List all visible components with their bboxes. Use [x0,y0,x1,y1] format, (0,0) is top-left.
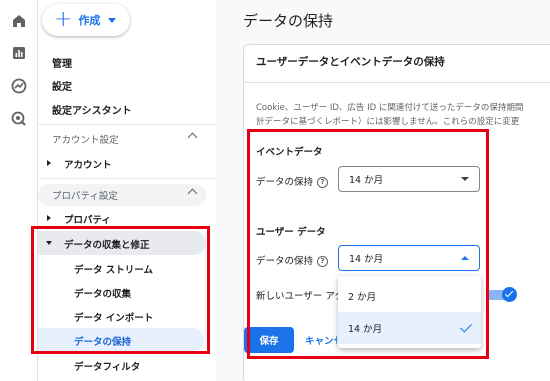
description-line-1: Cookie、ユーザー ID、広告 ID に関連付けて送ったデータの保持期間 [256,103,524,113]
highlight-box-sidebar [31,226,210,354]
home-icon[interactable] [10,12,28,30]
sidebar-item-admin[interactable]: 管理 [52,55,72,70]
card-title: ユーザーデータとイベントデータの保持 [256,56,445,68]
expand-icon [47,160,51,166]
sidebar-item-label: プロパティ [64,215,111,226]
expand-icon [47,215,51,221]
create-button[interactable]: + 作成 [42,4,130,36]
sidebar-section-account[interactable]: アカウント設定 [38,128,206,150]
section-label: アカウント設定 [52,135,119,146]
create-button-label: 作成 [78,14,101,27]
sidebar-item-setup-assistant[interactable]: 設定アシスタント [52,102,132,117]
reports-icon[interactable] [10,44,28,62]
description-line-2: 計データに基づくレポート）には影響しません。これらの設定に変更 [256,117,520,127]
highlight-box-settings [247,129,489,359]
sidebar-divider [38,178,216,179]
caret-down-icon [108,17,117,23]
card-divider [243,82,550,83]
plus-icon: + [54,7,73,32]
sidebar-divider [38,124,216,125]
section-label: プロパティ設定 [52,191,118,202]
advertising-icon[interactable] [10,110,28,128]
page-title: データの保持 [243,12,334,30]
toggle-check-icon[interactable] [502,287,517,302]
sidebar-item-settings[interactable]: 設定 [52,78,72,93]
sidebar-item-account[interactable]: アカウント [38,152,206,176]
chevron-up-icon [187,188,198,199]
sidebar-section-property[interactable]: プロパティ設定 [38,184,206,206]
sidebar-item-data-filters[interactable]: データフィルタ [74,359,140,373]
chevron-up-icon [187,132,198,143]
sidebar-item-label: アカウント [64,160,112,171]
explore-icon[interactable] [10,77,28,95]
